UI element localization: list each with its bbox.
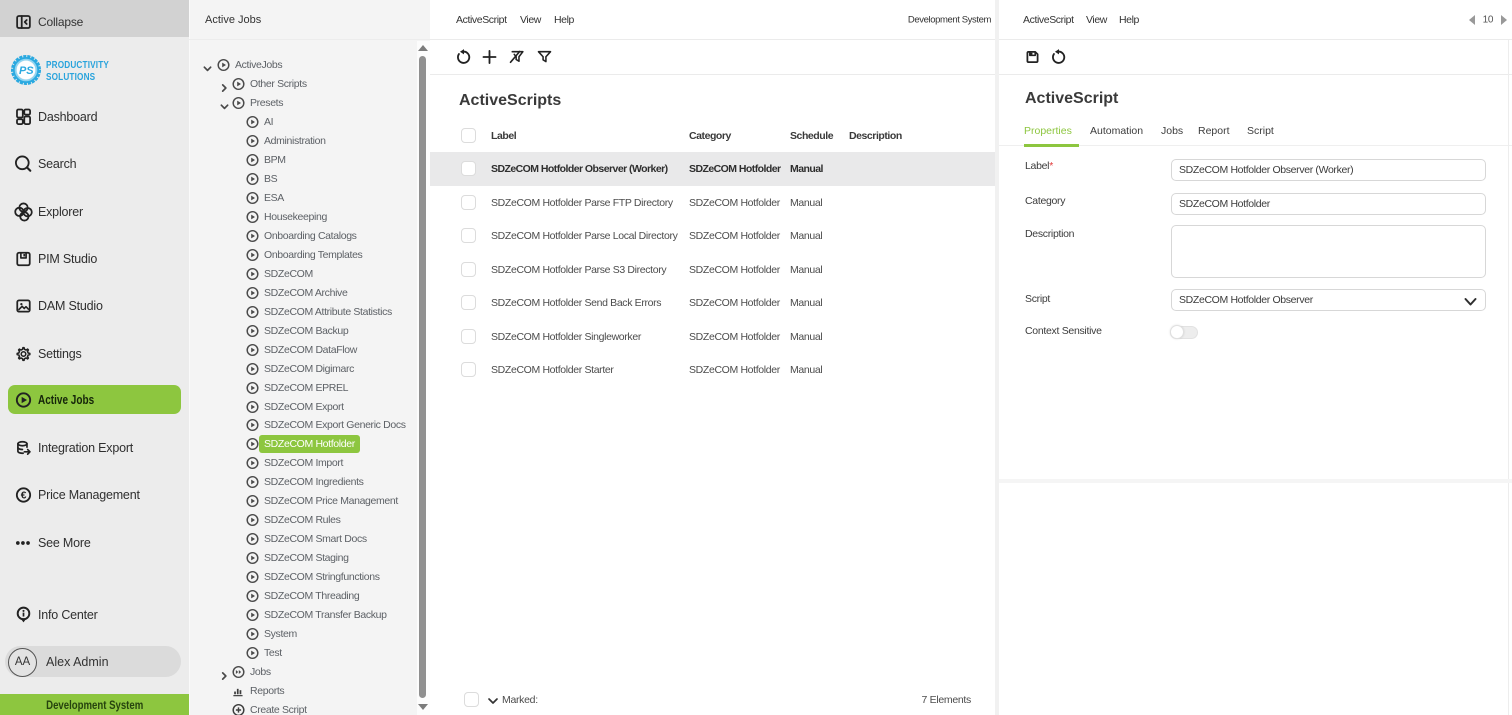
svg-text:PS: PS bbox=[19, 65, 34, 77]
svg-text:€: € bbox=[21, 491, 27, 502]
